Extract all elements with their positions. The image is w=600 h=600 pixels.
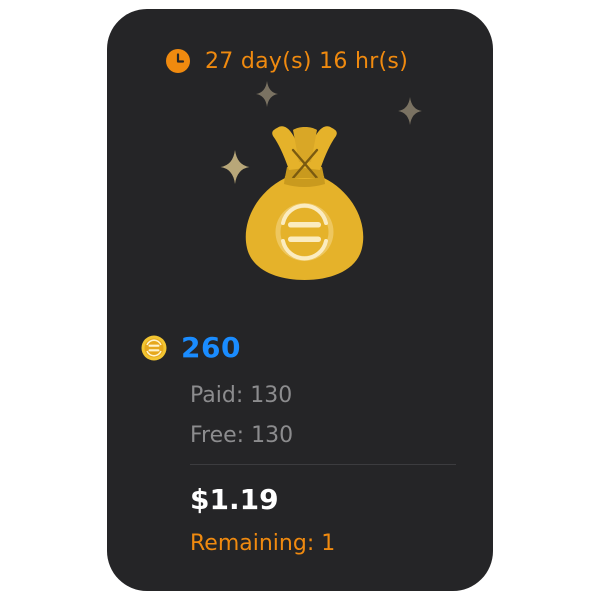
timer-text: 27 day(s) 16 hr(s) [205,48,409,74]
money-bag-illustration [212,77,442,282]
price-label: $1.19 [190,483,279,516]
divider [190,464,456,465]
offer-timer: 27 day(s) 16 hr(s) [165,47,408,75]
coin-icon [141,335,167,360]
remaining-count: Remaining: 1 [190,531,336,556]
clock-icon [166,49,190,73]
money-bag-icon [245,126,364,280]
sparkle-icon [398,97,422,125]
coin-amount: 260 [181,331,241,364]
coin-amount-row: 260 [141,331,241,364]
coin-pack-card[interactable]: 27 day(s) 16 hr(s) 260 Paid: 130 Free: 1… [107,9,493,591]
free-amount: Free: 130 [190,423,294,448]
sparkle-icon [256,81,278,107]
paid-amount: Paid: 130 [190,383,293,408]
